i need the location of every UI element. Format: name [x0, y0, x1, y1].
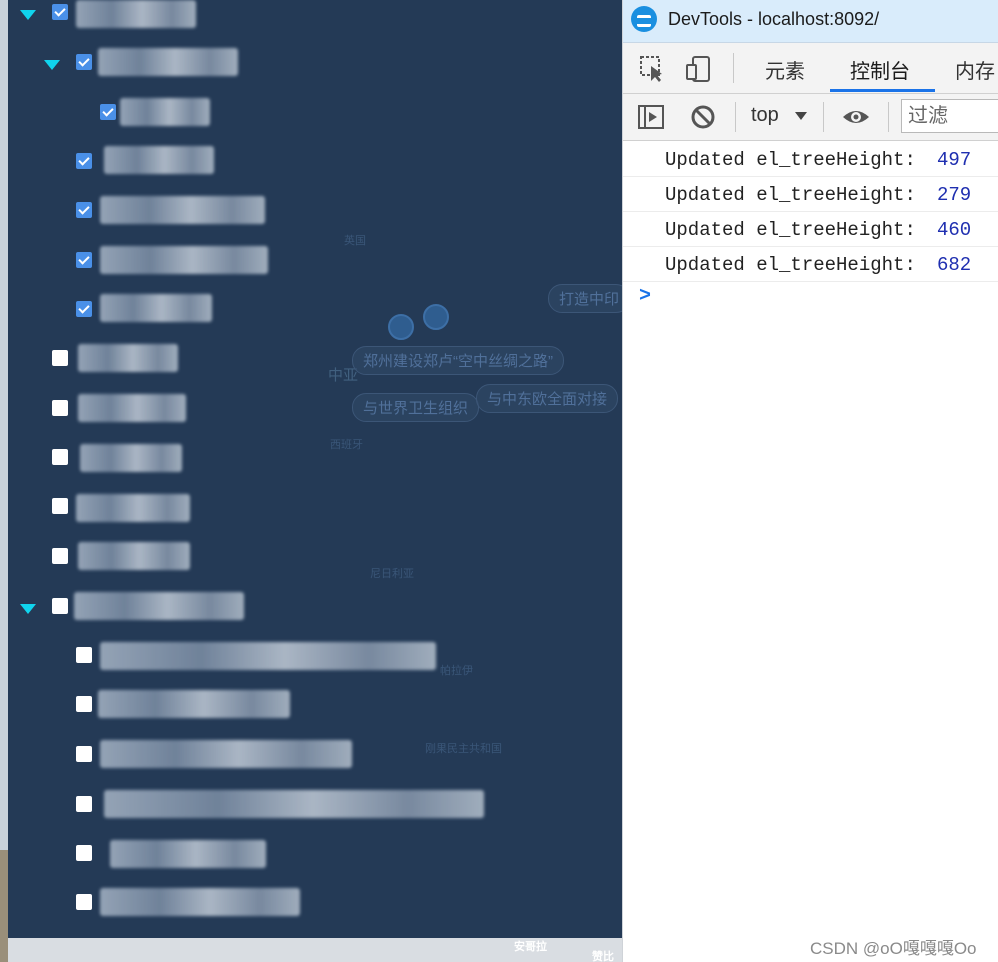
map-label: 英国 — [344, 235, 366, 247]
console-prompt[interactable]: > — [639, 285, 651, 308]
checkbox[interactable] — [52, 400, 68, 416]
show-sidebar-icon[interactable] — [637, 103, 665, 131]
tab-memory[interactable]: 内存 — [955, 55, 995, 84]
checkbox-checked[interactable] — [52, 4, 68, 20]
console-log-row[interactable]: Updated el_treeHeight: 682 — [623, 247, 998, 282]
inspect-element-icon[interactable] — [639, 55, 667, 83]
map-tree-panel: 英国 中亚 西班牙 刚果民主共和国 尼日利亚 帕拉伊 郑州建设郑卢“空中丝绸之路… — [0, 0, 622, 962]
checkbox-checked[interactable] — [76, 202, 92, 218]
checkbox-checked[interactable] — [76, 301, 92, 317]
tree-node-label-redacted[interactable] — [100, 740, 352, 768]
window-title: DevTools - localhost:8092/ — [668, 9, 880, 29]
checkbox[interactable] — [76, 647, 92, 663]
console-log-row[interactable]: Updated el_treeHeight: 497 — [623, 142, 998, 177]
log-value: 279 — [937, 184, 972, 206]
checkbox[interactable] — [52, 449, 68, 465]
map-marker-icon[interactable] — [388, 314, 414, 340]
tree-node-label-redacted[interactable] — [100, 196, 265, 224]
chevron-down-icon[interactable] — [795, 112, 807, 120]
checkbox[interactable] — [52, 350, 68, 366]
tree-node-label-redacted[interactable] — [104, 790, 484, 818]
toolbar-separator — [823, 102, 824, 132]
tree-node-label-redacted[interactable] — [78, 394, 186, 422]
map-callout[interactable]: 郑州建设郑卢“空中丝绸之路” — [352, 346, 564, 375]
context-selector[interactable]: top — [751, 104, 779, 127]
tree-node-label-redacted[interactable] — [110, 840, 266, 868]
tree-node-label-redacted[interactable] — [100, 294, 212, 322]
clear-console-icon[interactable] — [689, 103, 717, 131]
checkbox[interactable] — [52, 548, 68, 564]
tree-node-label-redacted[interactable] — [76, 0, 196, 28]
devtools-window: DevTools - localhost:8092/ 元素 控制台 内存 top… — [622, 0, 998, 962]
checkbox[interactable] — [52, 498, 68, 514]
console-log-row[interactable]: Updated el_treeHeight: 279 — [623, 177, 998, 212]
checkbox[interactable] — [76, 894, 92, 910]
log-value: 497 — [937, 149, 972, 171]
eye-icon[interactable] — [841, 103, 869, 131]
log-value: 460 — [937, 219, 972, 241]
log-message: Updated el_treeHeight: — [665, 254, 916, 276]
map-callout[interactable]: 与世界卫生组织 — [352, 393, 480, 422]
filter-field[interactable] — [901, 99, 998, 133]
log-message: Updated el_treeHeight: — [665, 184, 916, 206]
checkbox-checked[interactable] — [76, 252, 92, 268]
log-message: Updated el_treeHeight: — [665, 219, 916, 241]
log-value: 682 — [937, 254, 972, 276]
tree-node-label-redacted[interactable] — [104, 146, 214, 174]
tree-node-label-redacted[interactable] — [78, 344, 178, 372]
device-emulation-icon[interactable] — [685, 55, 713, 83]
tree-node-label-redacted[interactable] — [100, 888, 300, 916]
checkbox[interactable] — [76, 696, 92, 712]
tree-node-label-redacted[interactable] — [100, 642, 436, 670]
tree-node-label-redacted[interactable] — [120, 98, 210, 126]
panel-edge-lower — [0, 850, 8, 962]
checkbox-checked[interactable] — [100, 104, 116, 120]
map-label: 刚果民主共和国 — [425, 743, 502, 755]
expand-arrow-icon[interactable] — [20, 604, 36, 614]
tree-node-label-redacted[interactable] — [98, 48, 238, 76]
map-label: 西班牙 — [330, 439, 363, 451]
panel-edge — [0, 0, 8, 962]
checkbox-checked[interactable] — [76, 153, 92, 169]
expand-arrow-icon[interactable] — [44, 60, 60, 70]
log-message: Updated el_treeHeight: — [665, 149, 916, 171]
tab-console[interactable]: 控制台 — [850, 55, 910, 84]
checkbox[interactable] — [76, 845, 92, 861]
active-tab-indicator — [830, 89, 935, 92]
map-label: 安哥拉 — [514, 941, 547, 953]
map-label: 帕拉伊 — [440, 665, 473, 677]
tree-node-label-redacted[interactable] — [100, 246, 268, 274]
tree-node-label-redacted[interactable] — [74, 592, 244, 620]
map-label: 赞比 — [592, 951, 614, 962]
map-callout[interactable]: 与中东欧全面对接 — [476, 384, 619, 413]
tree-node-label-redacted[interactable] — [98, 690, 290, 718]
checkbox[interactable] — [52, 598, 68, 614]
tree-node-label-redacted[interactable] — [76, 494, 190, 522]
map-label: 尼日利亚 — [370, 568, 414, 580]
watermark: CSDN @oO嘎嘎嘎Oo — [810, 939, 977, 958]
edge-logo-icon — [631, 6, 657, 32]
tree-node-label-redacted[interactable] — [78, 542, 190, 570]
console-log-row[interactable]: Updated el_treeHeight: 460 — [623, 212, 998, 247]
map-callout[interactable]: 打造中印 — [548, 284, 622, 313]
tree-node-label-redacted[interactable] — [80, 444, 182, 472]
title-bar: DevTools - localhost:8092/ — [623, 0, 998, 43]
toolbar-separator — [888, 102, 889, 132]
expand-arrow-icon[interactable] — [20, 10, 36, 20]
map-marker-icon[interactable] — [423, 304, 449, 330]
checkbox[interactable] — [76, 796, 92, 812]
toolbar-separator — [733, 53, 734, 83]
console-toolbar: top — [623, 94, 998, 141]
checkbox-checked[interactable] — [76, 54, 92, 70]
tab-elements[interactable]: 元素 — [765, 55, 805, 84]
toolbar-separator — [735, 102, 736, 132]
checkbox[interactable] — [76, 746, 92, 762]
devtools-tab-bar: 元素 控制台 内存 — [623, 43, 998, 94]
filter-input[interactable] — [902, 100, 998, 132]
